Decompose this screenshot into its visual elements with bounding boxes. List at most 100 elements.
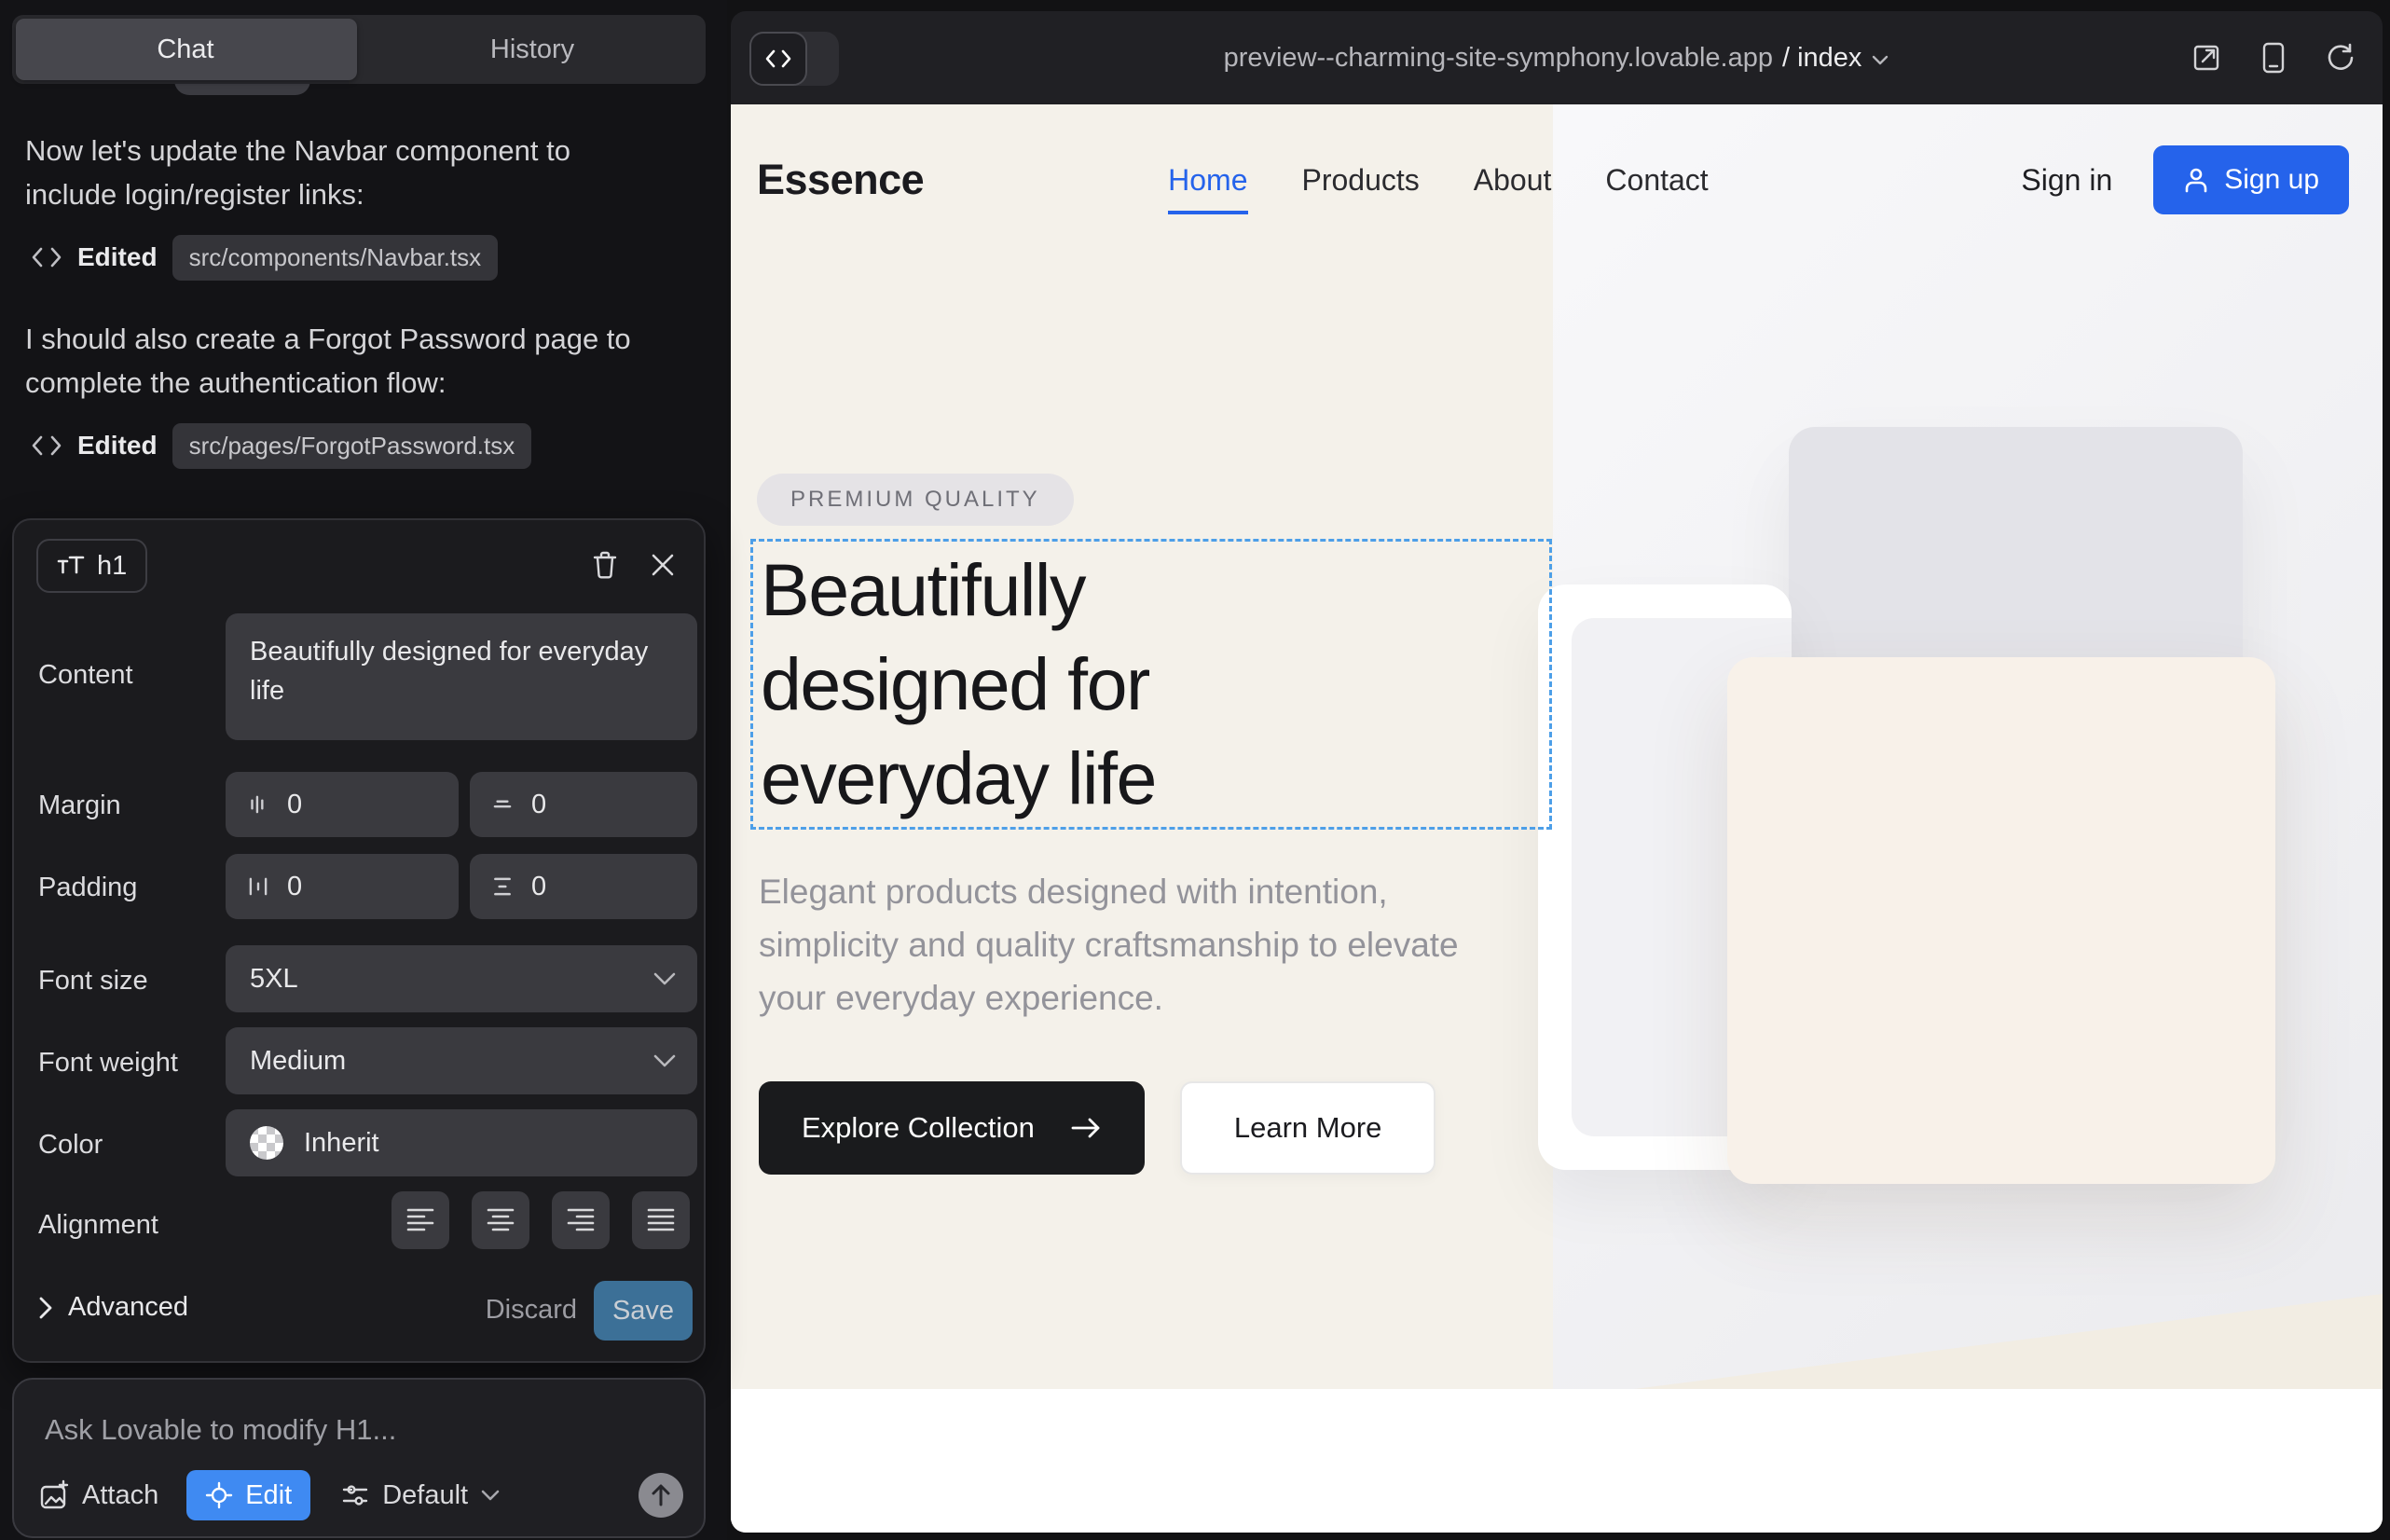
nav-link-products[interactable]: Products	[1302, 163, 1420, 198]
margin-label: Margin	[38, 791, 121, 821]
margin-vertical-icon	[490, 792, 515, 817]
content-label: Content	[38, 660, 133, 691]
font-weight-label: Font weight	[38, 1048, 178, 1079]
mode-label: Default	[382, 1480, 468, 1511]
edited-label: Edited	[77, 431, 158, 461]
nav-link-contact[interactable]: Contact	[1605, 163, 1708, 198]
file-chip[interactable]: src/components/Navbar.tsx	[172, 235, 499, 281]
chat-sidebar: Chat History Now let's update the Navbar…	[0, 0, 727, 1540]
sliders-icon	[340, 1480, 370, 1510]
chat-message: I should also create a Forgot Password p…	[25, 317, 668, 405]
save-button[interactable]: Save	[594, 1281, 693, 1341]
h1-selection-outline[interactable]	[750, 539, 1552, 830]
margin-horizontal-icon	[246, 792, 270, 817]
align-left-button[interactable]	[391, 1191, 449, 1249]
advanced-toggle[interactable]: Advanced	[38, 1292, 188, 1323]
send-button[interactable]	[639, 1473, 683, 1518]
premium-quality-badge: PREMIUM QUALITY	[757, 474, 1074, 526]
content-input[interactable]: Beautifully designed for everyday life	[226, 613, 697, 740]
sign-up-button[interactable]: Sign up	[2153, 145, 2349, 214]
margin-y-input[interactable]: 0	[470, 772, 697, 837]
arrow-right-icon	[1070, 1116, 1102, 1140]
padding-label: Padding	[38, 873, 137, 903]
delete-element-button[interactable]	[584, 544, 625, 585]
font-size-value: 5XL	[250, 964, 298, 995]
edited-file-row[interactable]: Edited src/components/Navbar.tsx	[31, 233, 498, 282]
color-select[interactable]: Inherit	[226, 1109, 697, 1176]
cta-secondary-label: Learn More	[1234, 1111, 1382, 1145]
nav-link-home[interactable]: Home	[1168, 163, 1247, 214]
chevron-down-icon	[1871, 54, 1889, 66]
chevron-down-icon	[652, 971, 677, 986]
discard-button[interactable]: Discard	[486, 1281, 577, 1339]
margin-x-value: 0	[287, 790, 302, 820]
nav-links: Home Products About Contact	[1168, 163, 1709, 198]
padding-y-value: 0	[531, 872, 546, 902]
mobile-view-icon[interactable]	[2261, 41, 2286, 75]
code-icon	[31, 434, 62, 457]
padding-x-input[interactable]: 0	[226, 854, 459, 919]
site-logo[interactable]: Essence	[757, 156, 924, 204]
padding-x-value: 0	[287, 872, 302, 902]
element-tag-name: h1	[97, 551, 127, 582]
target-icon	[205, 1481, 233, 1509]
tab-history[interactable]: History	[359, 15, 706, 84]
sign-in-link[interactable]: Sign in	[2021, 163, 2112, 198]
edit-mode-button[interactable]: Edit	[186, 1470, 310, 1520]
hero-cta-row: Explore Collection Learn More	[759, 1081, 1435, 1175]
font-weight-select[interactable]: Medium	[226, 1027, 697, 1094]
type-icon	[57, 554, 85, 578]
padding-y-input[interactable]: 0	[470, 854, 697, 919]
align-justify-button[interactable]	[632, 1191, 690, 1249]
element-tag-pill[interactable]: h1	[36, 539, 147, 593]
explore-collection-button[interactable]: Explore Collection	[759, 1081, 1145, 1175]
color-value: Inherit	[304, 1128, 379, 1159]
edited-label: Edited	[77, 242, 158, 272]
url-bar[interactable]: preview--charming-site-symphony.lovable.…	[731, 11, 2383, 104]
hero-decor-card-cream	[1727, 657, 2275, 1184]
preview-browser-frame: preview--charming-site-symphony.lovable.…	[731, 11, 2383, 1533]
margin-x-input[interactable]: 0	[226, 772, 459, 837]
chevron-right-icon	[38, 1296, 53, 1320]
learn-more-button[interactable]: Learn More	[1180, 1081, 1436, 1175]
chevron-down-icon	[480, 1489, 501, 1502]
code-icon	[31, 246, 62, 268]
padding-vertical-icon	[490, 874, 515, 899]
align-center-button[interactable]	[472, 1191, 529, 1249]
mode-select[interactable]: Default	[340, 1480, 501, 1511]
browser-toolbar: preview--charming-site-symphony.lovable.…	[731, 11, 2383, 104]
open-external-icon[interactable]	[2191, 42, 2222, 74]
hero-subtext: Elegant products designed with intention…	[759, 865, 1495, 1024]
edited-file-row[interactable]: Edited src/pages/ForgotPassword.tsx	[31, 421, 531, 470]
url-host: preview--charming-site-symphony.lovable.…	[1224, 43, 1773, 74]
font-size-select[interactable]: 5XL	[226, 945, 697, 1012]
url-path: / index	[1782, 43, 1861, 74]
font-weight-value: Medium	[250, 1046, 346, 1077]
nav-link-about[interactable]: About	[1474, 163, 1552, 198]
chat-composer[interactable]: Ask Lovable to modify H1... Attach Edit	[12, 1378, 706, 1538]
close-icon[interactable]	[642, 544, 683, 585]
file-chip[interactable]: src/pages/ForgotPassword.tsx	[172, 423, 532, 469]
chat-message: Now let's update the Navbar component to…	[25, 129, 668, 216]
font-size-label: Font size	[38, 966, 148, 997]
attach-image-icon	[38, 1479, 70, 1511]
sign-up-label: Sign up	[2224, 164, 2319, 196]
chevron-down-icon	[652, 1053, 677, 1068]
color-swatch	[250, 1126, 283, 1160]
attach-button[interactable]: Attach	[38, 1479, 158, 1511]
tab-chat[interactable]: Chat	[12, 15, 359, 84]
site-navbar: Essence Home Products About Contact Sign…	[757, 144, 2349, 216]
margin-y-value: 0	[531, 790, 546, 820]
element-editor-panel: h1 Content Beautifully designed for ever…	[12, 518, 706, 1363]
padding-horizontal-icon	[246, 874, 270, 899]
refresh-icon[interactable]	[2325, 42, 2356, 74]
site-viewport: Essence Home Products About Contact Sign…	[731, 104, 2383, 1533]
cta-primary-label: Explore Collection	[802, 1111, 1035, 1145]
align-right-button[interactable]	[552, 1191, 610, 1249]
next-section-background	[731, 1389, 2383, 1533]
advanced-label: Advanced	[68, 1292, 188, 1323]
alignment-label: Alignment	[38, 1210, 158, 1241]
color-label: Color	[38, 1130, 103, 1161]
edit-label: Edit	[245, 1480, 292, 1511]
composer-placeholder[interactable]: Ask Lovable to modify H1...	[45, 1413, 396, 1447]
